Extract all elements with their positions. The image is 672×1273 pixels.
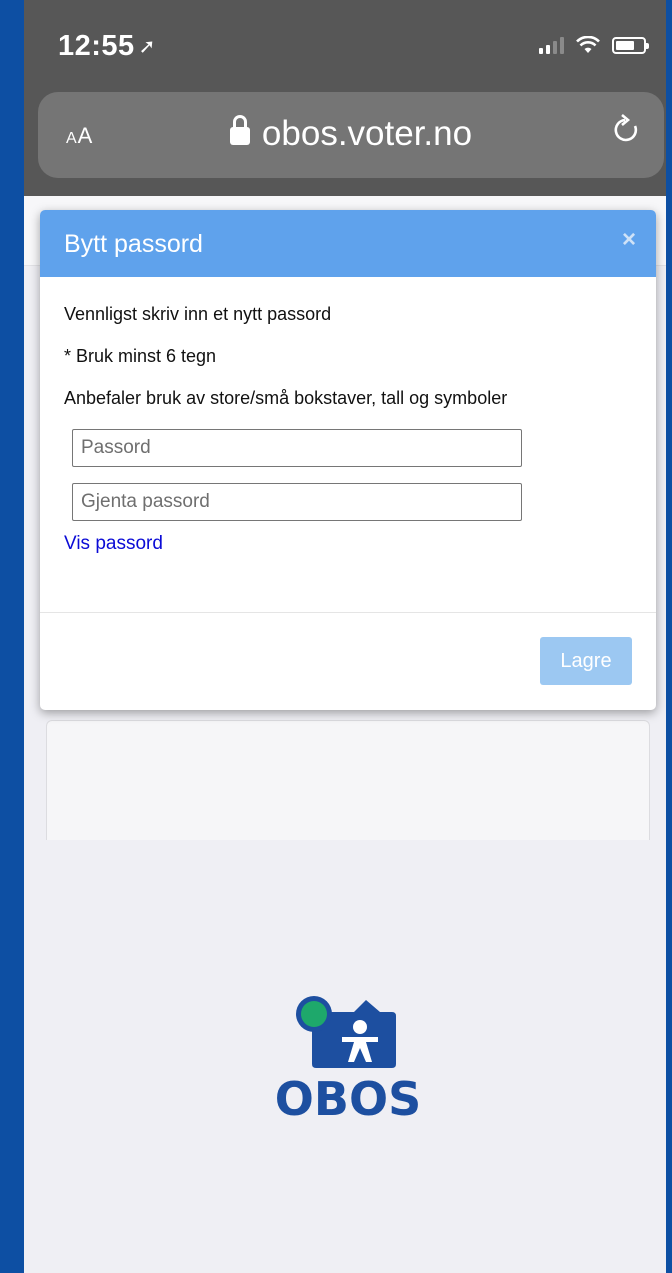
min-length-note: * Bruk minst 6 tegn <box>64 346 217 366</box>
logo-text: OBOS <box>274 1072 422 1126</box>
location-icon: ➚ <box>138 36 156 58</box>
signal-icon <box>539 36 564 54</box>
url-text: obos.voter.no <box>261 114 473 153</box>
change-password-modal: Bytt passord × Vennligst skriv inn et ny… <box>40 210 656 710</box>
recommendation-text: Anbefaler bruk av store/små bokstaver, t… <box>64 388 508 408</box>
phone-screen: 12:55 ➚ AA obos.voter.no Bytt passord × … <box>24 0 672 1273</box>
modal-body: Vennligst skriv inn et nytt passord * Br… <box>40 277 656 555</box>
time-text: 12:55 <box>58 30 135 62</box>
status-bar: 12:55 ➚ <box>24 0 672 84</box>
repeat-password-input[interactable] <box>72 483 522 521</box>
obos-logo: OBOS <box>268 990 428 1130</box>
status-time: 12:55 ➚ <box>58 30 156 63</box>
address-bar[interactable]: AA obos.voter.no <box>38 92 664 178</box>
password-input[interactable] <box>72 429 522 467</box>
show-password-link[interactable]: Vis passord <box>64 533 163 555</box>
modal-footer: Lagre <box>40 612 656 710</box>
logo-mark-icon <box>296 996 396 1068</box>
wifi-icon <box>576 36 600 53</box>
url-display[interactable]: obos.voter.no <box>38 114 664 154</box>
instruction-text: Vennligst skriv inn et nytt passord <box>64 304 332 324</box>
browser-chrome: 12:55 ➚ AA obos.voter.no <box>24 0 672 196</box>
close-icon[interactable]: × <box>622 226 636 254</box>
battery-icon <box>612 36 649 54</box>
save-button[interactable]: Lagre <box>540 637 632 685</box>
modal-header: Bytt passord × <box>40 210 656 277</box>
reload-icon[interactable] <box>612 114 642 146</box>
page-card-background <box>46 720 650 840</box>
modal-title: Bytt passord <box>64 230 203 258</box>
lock-icon <box>229 115 250 145</box>
frame-edge <box>666 0 672 1273</box>
status-icons <box>539 36 649 54</box>
